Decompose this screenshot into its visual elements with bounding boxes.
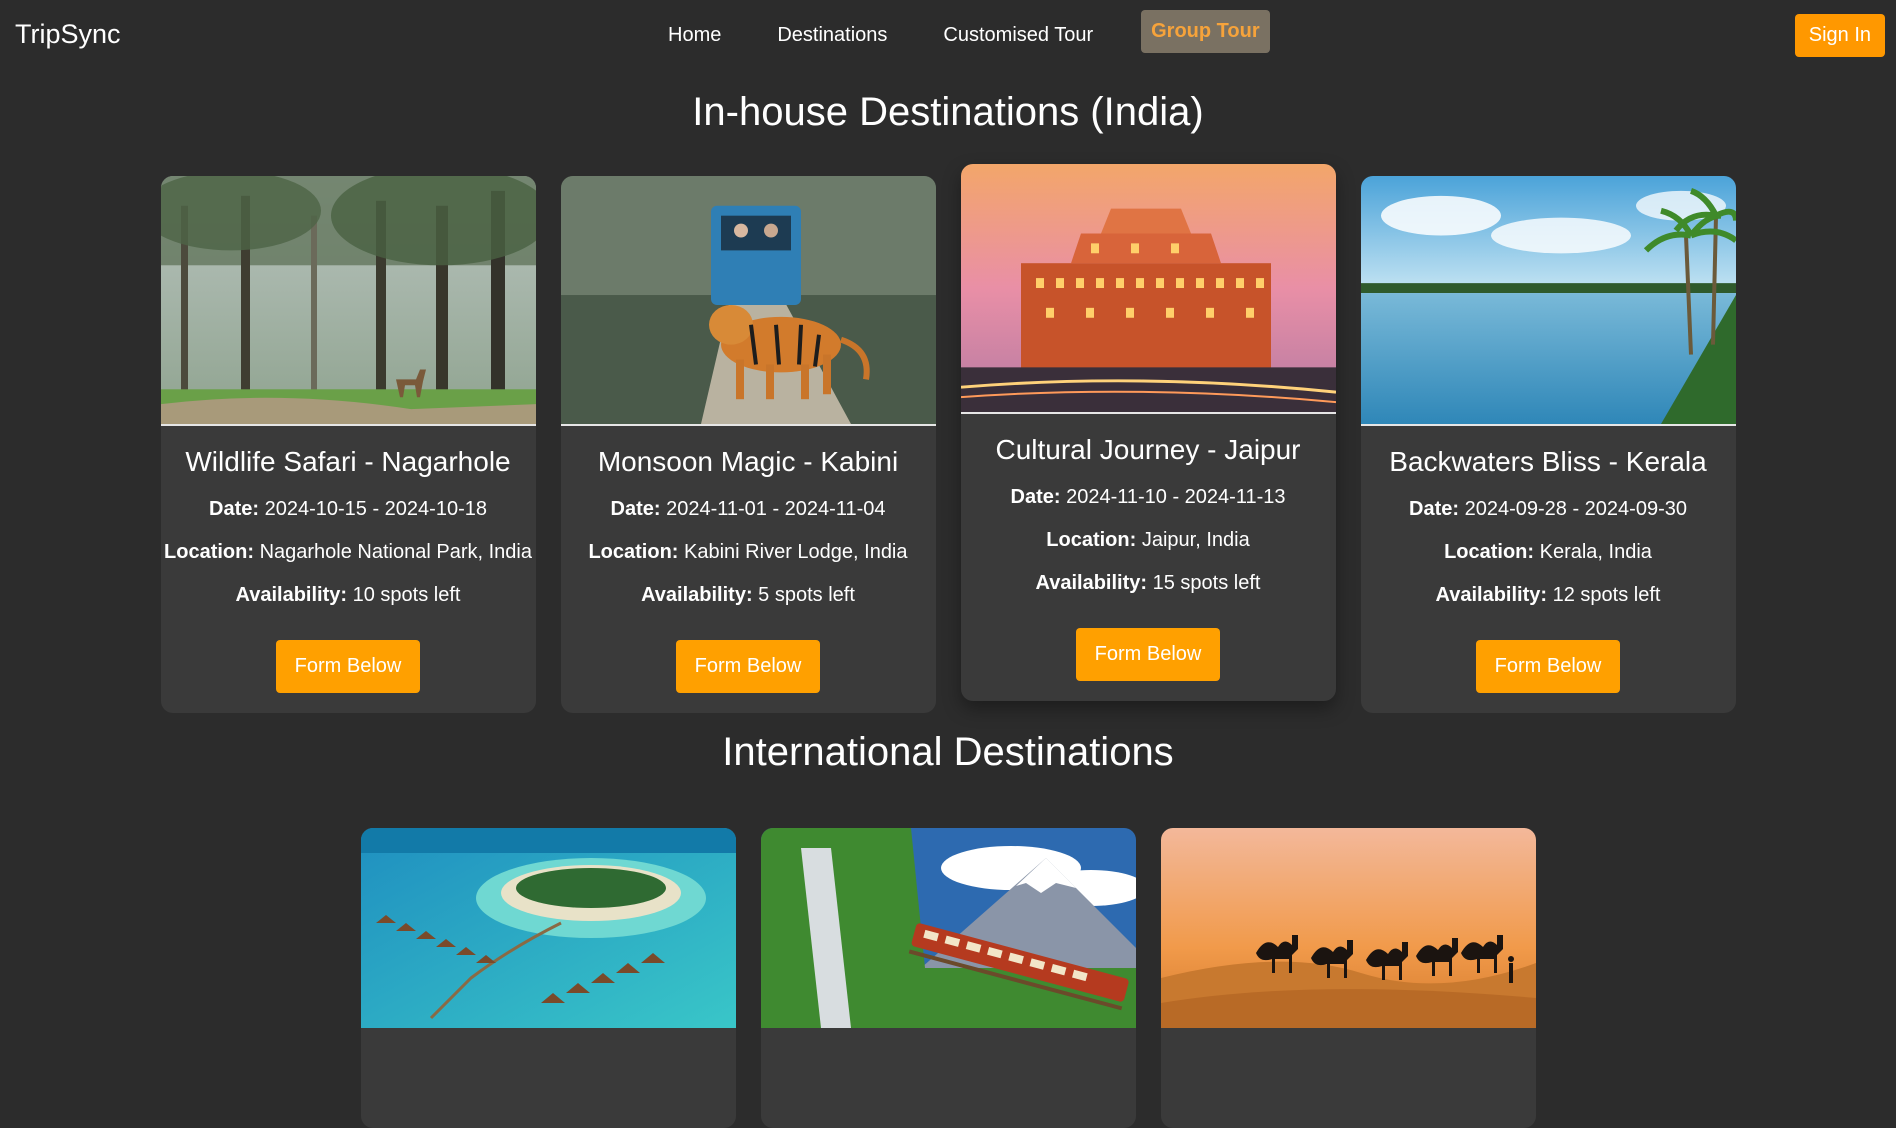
location-label: Location:	[588, 541, 679, 563]
card-title: Cultural Journey - Jaipur	[995, 434, 1301, 465]
desert-camels-photo	[1160, 828, 1536, 1028]
location-value: Jaipur, India	[1136, 529, 1250, 551]
card-availability: Availability: 10 spots left	[161, 584, 536, 607]
date-label: Date:	[209, 498, 260, 520]
availability-value: 12 spots left	[1547, 584, 1661, 606]
availability-value: 10 spots left	[347, 584, 461, 606]
date-label: Date:	[1409, 498, 1460, 520]
nav-customised-tour[interactable]: Customised Tour	[943, 24, 1093, 47]
card-date: Date: 2024-11-10 - 2024-11-13	[961, 486, 1336, 509]
availability-value: 15 spots left	[1147, 572, 1261, 594]
date-value: 2024-11-01 - 2024-11-04	[660, 498, 886, 520]
location-value: Nagarhole National Park, India	[254, 541, 532, 563]
availability-label: Availability:	[1435, 584, 1548, 606]
nav-home[interactable]: Home	[668, 24, 721, 47]
form-below-button[interactable]: Form Below	[1075, 628, 1221, 681]
card-date: Date: 2024-10-15 - 2024-10-18	[161, 498, 536, 521]
card-availability: Availability: 15 spots left	[961, 572, 1336, 595]
tour-card	[1160, 828, 1536, 1128]
location-value: Kerala, India	[1534, 541, 1652, 563]
card-location: Location: Jaipur, India	[961, 529, 1336, 552]
location-label: Location:	[164, 541, 255, 563]
date-value: 2024-11-10 - 2024-11-13	[1060, 486, 1286, 508]
location-label: Location:	[1046, 529, 1137, 551]
date-value: 2024-10-15 - 2024-10-18	[259, 498, 487, 520]
tiger-safari-photo	[560, 176, 936, 426]
card-location: Location: Nagarhole National Park, India	[161, 541, 536, 564]
card-title: Backwaters Bliss - Kerala	[1389, 446, 1707, 477]
tour-card: Backwaters Bliss - Kerala Date: 2024-09-…	[1360, 176, 1736, 713]
card-date: Date: 2024-11-01 - 2024-11-04	[561, 498, 936, 521]
card-date: Date: 2024-09-28 - 2024-09-30	[1361, 498, 1736, 521]
top-navbar: TripSync Home Destinations Customised To…	[0, 0, 1896, 70]
card-location: Location: Kerala, India	[1361, 541, 1736, 564]
swiss-alps-train-photo	[760, 828, 1136, 1028]
card-availability: Availability: 5 spots left	[561, 584, 936, 607]
brand-logo[interactable]: TripSync	[15, 19, 121, 50]
nav-destinations[interactable]: Destinations	[777, 24, 887, 47]
card-availability: Availability: 12 spots left	[1361, 584, 1736, 607]
date-label: Date:	[1010, 486, 1061, 508]
availability-label: Availability:	[1035, 572, 1148, 594]
international-cards	[0, 828, 1896, 1128]
location-value: Kabini River Lodge, India	[678, 541, 908, 563]
form-below-button[interactable]: Form Below	[275, 640, 421, 693]
card-location: Location: Kabini River Lodge, India	[561, 541, 936, 564]
card-title: Wildlife Safari - Nagarhole	[185, 446, 511, 477]
tour-card	[760, 828, 1136, 1128]
tour-card: Monsoon Magic - Kabini Date: 2024-11-01 …	[560, 176, 936, 713]
card-title: Monsoon Magic - Kabini	[597, 446, 899, 477]
nav-links: Home Destinations Customised Tour Group …	[640, 9, 1298, 60]
maldives-island-photo	[360, 828, 736, 1028]
kerala-backwaters-photo	[1360, 176, 1736, 426]
inhouse-cards: Wildlife Safari - Nagarhole Date: 2024-1…	[0, 164, 1896, 713]
hawa-mahal-photo	[960, 164, 1336, 414]
sign-in-button[interactable]: Sign In	[1794, 14, 1885, 57]
tour-card	[360, 828, 736, 1128]
nav-group-tour[interactable]: Group Tour	[1141, 9, 1270, 53]
date-value: 2024-09-28 - 2024-09-30	[1459, 498, 1687, 520]
forest-deer-photo	[160, 176, 536, 426]
inhouse-section-title: In-house Destinations (India)	[692, 90, 1204, 134]
availability-value: 5 spots left	[752, 584, 855, 606]
availability-label: Availability:	[641, 584, 753, 606]
location-label: Location:	[1444, 541, 1535, 563]
date-label: Date:	[610, 498, 661, 520]
tour-card: Wildlife Safari - Nagarhole Date: 2024-1…	[160, 176, 536, 713]
availability-label: Availability:	[235, 584, 348, 606]
international-section-title: International Destinations	[722, 730, 1174, 774]
form-below-button[interactable]: Form Below	[1475, 640, 1621, 693]
form-below-button[interactable]: Form Below	[675, 640, 821, 693]
tour-card: Cultural Journey - Jaipur Date: 2024-11-…	[960, 164, 1336, 701]
